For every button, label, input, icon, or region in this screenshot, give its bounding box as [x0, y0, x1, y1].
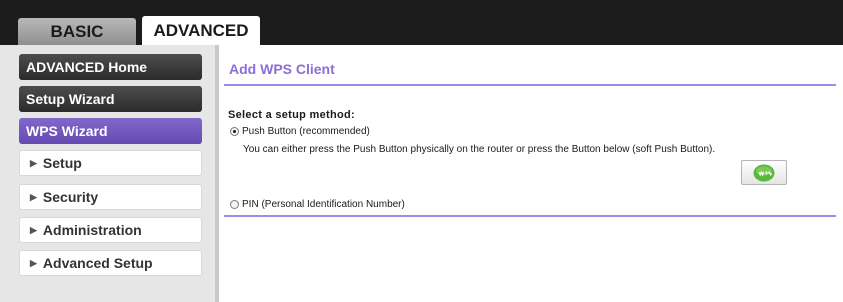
- sidebar-item-advanced-home[interactable]: ADVANCED Home: [19, 54, 202, 80]
- sidebar-item-setup-wizard[interactable]: Setup Wizard: [19, 86, 202, 112]
- sidebar-item-advanced-setup[interactable]: ▶ Advanced Setup: [19, 250, 202, 276]
- page-title: Add WPS Client: [229, 61, 335, 77]
- triangle-right-icon: ▶: [30, 157, 37, 168]
- push-button-option-label: Push Button (recommended): [242, 126, 370, 137]
- bottom-divider: [224, 215, 836, 217]
- sidebar-item-wps-wizard[interactable]: WPS Wizard: [19, 118, 202, 144]
- sidebar-divider: [215, 45, 219, 302]
- tab-basic[interactable]: BASIC: [18, 18, 136, 45]
- sidebar-item-administration[interactable]: ▶ Administration: [19, 217, 202, 243]
- sidebar-item-label: Administration: [42, 222, 142, 238]
- pin-radio[interactable]: [230, 200, 239, 209]
- pin-option[interactable]: PIN (Personal Identification Number): [230, 199, 405, 210]
- sidebar-item-setup[interactable]: ▶ Setup: [19, 150, 202, 176]
- push-button-radio[interactable]: [230, 127, 239, 136]
- pin-option-label: PIN (Personal Identification Number): [242, 199, 405, 210]
- sidebar-item-label: Security: [42, 189, 99, 205]
- wps-push-button[interactable]: [741, 160, 787, 185]
- triangle-right-icon: ▶: [30, 191, 37, 202]
- sidebar-item-label: Advanced Setup: [42, 255, 153, 271]
- tab-advanced[interactable]: ADVANCED: [142, 16, 260, 45]
- wps-icon: [753, 164, 775, 181]
- setup-method-label: Select a setup method:: [228, 109, 356, 121]
- sidebar-item-label: Setup Wizard: [26, 91, 115, 107]
- push-button-description: You can either press the Push Button phy…: [243, 144, 716, 155]
- triangle-right-icon: ▶: [30, 224, 37, 235]
- sidebar-item-label: Setup: [42, 155, 82, 171]
- push-button-option[interactable]: Push Button (recommended): [230, 126, 370, 137]
- sidebar-item-security[interactable]: ▶ Security: [19, 184, 202, 210]
- triangle-right-icon: ▶: [30, 257, 37, 268]
- sidebar-item-label: ADVANCED Home: [26, 59, 148, 75]
- title-divider: [224, 84, 836, 86]
- sidebar-item-label: WPS Wizard: [26, 123, 108, 139]
